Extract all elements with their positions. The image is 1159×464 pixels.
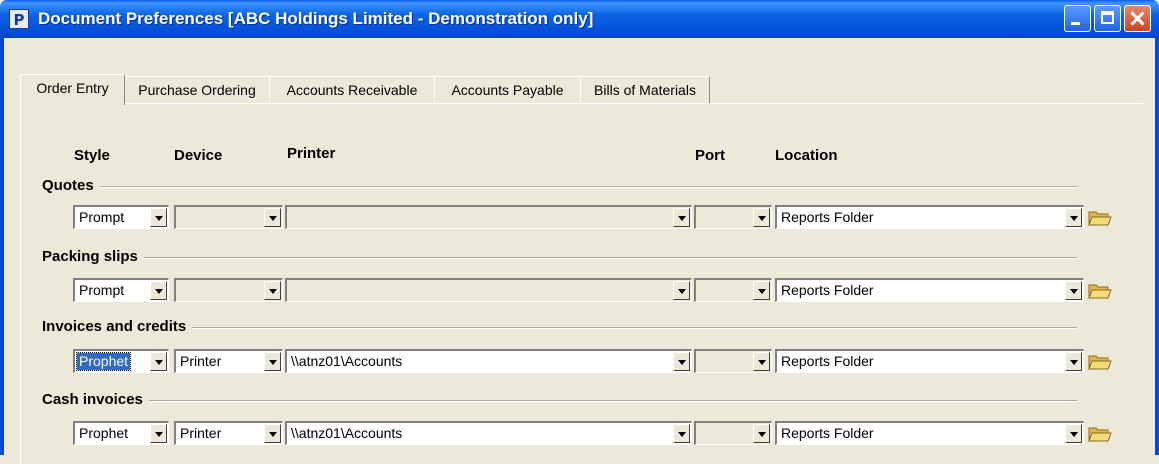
folder-open-icon[interactable] <box>1088 353 1112 371</box>
port-select[interactable] <box>694 278 772 302</box>
section-divider <box>42 186 1077 188</box>
dropdown-arrow-icon[interactable] <box>150 281 167 300</box>
tab-accounts-payable[interactable]: Accounts Payable <box>434 76 581 103</box>
dropdown-arrow-icon[interactable] <box>753 424 770 443</box>
style-select[interactable]: Prophet <box>73 421 169 445</box>
dropdown-arrow-icon[interactable] <box>753 352 770 371</box>
printer-select[interactable]: \\atnz01\Accounts <box>285 349 692 373</box>
dropdown-arrow-icon[interactable] <box>753 281 770 300</box>
device-select[interactable] <box>174 278 283 302</box>
section-label-invoices-and-credits: Invoices and credits <box>42 318 193 336</box>
style-select-value: Prophet <box>79 425 129 441</box>
section-divider <box>42 400 1077 402</box>
section-label-cash-invoices: Cash invoices <box>42 391 149 409</box>
section-divider <box>42 327 1077 329</box>
dropdown-arrow-icon[interactable] <box>673 352 690 371</box>
port-select[interactable] <box>694 205 772 229</box>
port-select[interactable] <box>694 349 772 373</box>
tab-purchase-ordering[interactable]: Purchase Ordering <box>124 76 270 103</box>
section-label-quotes: Quotes <box>42 177 100 195</box>
dropdown-arrow-icon[interactable] <box>1065 281 1082 300</box>
location-select-value: Reports Folder <box>781 282 874 298</box>
printer-select[interactable]: \\atnz01\Accounts <box>285 421 692 445</box>
folder-open-icon[interactable] <box>1088 425 1112 443</box>
dropdown-arrow-icon[interactable] <box>264 424 281 443</box>
close-button[interactable] <box>1124 5 1151 32</box>
printer-select[interactable] <box>285 278 692 302</box>
dropdown-arrow-icon[interactable] <box>673 208 690 227</box>
dropdown-arrow-icon[interactable] <box>1065 424 1082 443</box>
printer-select[interactable] <box>285 205 692 229</box>
column-header-location: Location <box>775 147 838 164</box>
dropdown-arrow-icon[interactable] <box>150 352 167 371</box>
dropdown-arrow-icon[interactable] <box>264 208 281 227</box>
location-select[interactable]: Reports Folder <box>775 205 1084 229</box>
dropdown-arrow-icon[interactable] <box>150 208 167 227</box>
dropdown-arrow-icon[interactable] <box>673 424 690 443</box>
section-label-packing-slips: Packing slips <box>42 248 144 266</box>
dropdown-arrow-icon[interactable] <box>1065 208 1082 227</box>
device-select[interactable] <box>174 205 283 229</box>
maximize-button[interactable] <box>1094 5 1121 32</box>
minimize-button[interactable] <box>1064 5 1091 32</box>
tab-order-entry[interactable]: Order Entry <box>20 74 125 105</box>
location-select[interactable]: Reports Folder <box>775 421 1084 445</box>
section-divider <box>42 257 1077 259</box>
window-frame-right <box>1155 38 1159 455</box>
location-select[interactable]: Reports Folder <box>775 278 1084 302</box>
dropdown-arrow-icon[interactable] <box>753 208 770 227</box>
style-select-value: Prompt <box>79 209 125 225</box>
folder-open-icon[interactable] <box>1088 209 1112 227</box>
device-select[interactable]: Printer <box>174 349 283 373</box>
dropdown-arrow-icon[interactable] <box>673 281 690 300</box>
dropdown-arrow-icon[interactable] <box>264 352 281 371</box>
dropdown-arrow-icon[interactable] <box>150 424 167 443</box>
document-preferences-window: P Document Preferences [ABC Holdings Lim… <box>0 0 1159 464</box>
style-select[interactable]: Prompt <box>73 278 169 302</box>
style-select-value: Prompt <box>79 282 125 298</box>
printer-select-value: \\atnz01\Accounts <box>291 353 403 369</box>
app-icon[interactable]: P <box>9 9 29 29</box>
location-select-value: Reports Folder <box>781 353 874 369</box>
tab-accounts-receivable[interactable]: Accounts Receivable <box>269 76 435 103</box>
title-bar[interactable]: P Document Preferences [ABC Holdings Lim… <box>0 0 1159 38</box>
device-select[interactable]: Printer <box>174 421 283 445</box>
location-select[interactable]: Reports Folder <box>775 349 1084 373</box>
location-select-value: Reports Folder <box>781 425 874 441</box>
window-frame-left <box>0 38 4 455</box>
window-title: Document Preferences [ABC Holdings Limit… <box>38 9 594 28</box>
column-header-port: Port <box>695 147 725 164</box>
style-select[interactable]: Prophet <box>73 349 169 373</box>
device-select-value: Printer <box>180 353 222 369</box>
tab-bills-of-materials[interactable]: Bills of Materials <box>580 76 710 103</box>
port-select[interactable] <box>694 421 772 445</box>
column-header-printer: Printer <box>287 145 336 162</box>
folder-open-icon[interactable] <box>1088 282 1112 300</box>
dropdown-arrow-icon[interactable] <box>1065 352 1082 371</box>
printer-select-value: \\atnz01\Accounts <box>291 425 403 441</box>
dropdown-arrow-icon[interactable] <box>264 281 281 300</box>
device-select-value: Printer <box>180 425 222 441</box>
style-select-value: Prophet <box>75 352 132 371</box>
column-header-device: Device <box>174 147 223 164</box>
style-select[interactable]: Prompt <box>73 205 169 229</box>
column-header-style: Style <box>74 147 110 164</box>
location-select-value: Reports Folder <box>781 209 874 225</box>
